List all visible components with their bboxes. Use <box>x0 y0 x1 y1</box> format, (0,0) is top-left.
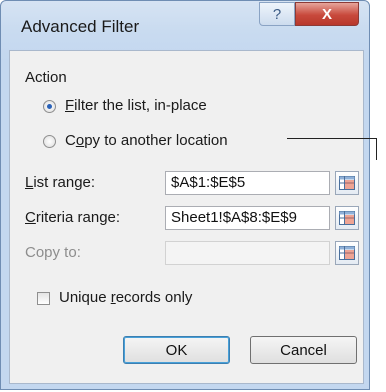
close-icon: X <box>321 5 332 23</box>
list-range-picker-button[interactable] <box>335 171 359 195</box>
criteria-range-input[interactable]: Sheet1!$A$8:$E$9 <box>165 206 330 230</box>
dialog-title: Advanced Filter <box>21 17 140 36</box>
cancel-button[interactable]: Cancel <box>250 336 357 364</box>
range-picker-icon <box>339 246 355 260</box>
copy-to-location-label[interactable]: Copy to another location <box>65 132 228 149</box>
ok-button[interactable]: OK <box>123 336 230 364</box>
filter-in-place-radio[interactable] <box>43 100 56 113</box>
list-range-label: List range: <box>25 174 96 191</box>
radio-selected-dot <box>47 104 52 109</box>
copy-to-location-radio[interactable] <box>43 135 56 148</box>
close-button[interactable]: X <box>295 2 359 26</box>
criteria-range-label: Criteria range: <box>25 209 121 226</box>
dialog-body: Action Filter the list, in-place Copy to… <box>9 50 364 384</box>
help-icon: ? <box>272 5 282 23</box>
criteria-range-picker-button[interactable] <box>335 206 359 230</box>
action-group-label: Action <box>25 69 67 86</box>
help-button[interactable]: ? <box>259 2 295 26</box>
copy-to-input[interactable] <box>165 241 330 265</box>
filter-in-place-label[interactable]: Filter the list, in-place <box>65 97 207 114</box>
dialog-window: Advanced Filter ? X Action Filter the li… <box>0 0 370 390</box>
copy-to-label: Copy to: <box>25 244 81 261</box>
callout-line <box>287 138 376 139</box>
copy-to-picker-button[interactable] <box>335 241 359 265</box>
unique-records-label[interactable]: Unique records only <box>59 289 192 306</box>
range-picker-icon <box>339 211 355 225</box>
range-picker-icon <box>339 176 355 190</box>
callout-line-drop <box>376 138 377 160</box>
list-range-input[interactable]: $A$1:$E$5 <box>165 171 330 195</box>
unique-records-checkbox[interactable] <box>37 292 50 305</box>
